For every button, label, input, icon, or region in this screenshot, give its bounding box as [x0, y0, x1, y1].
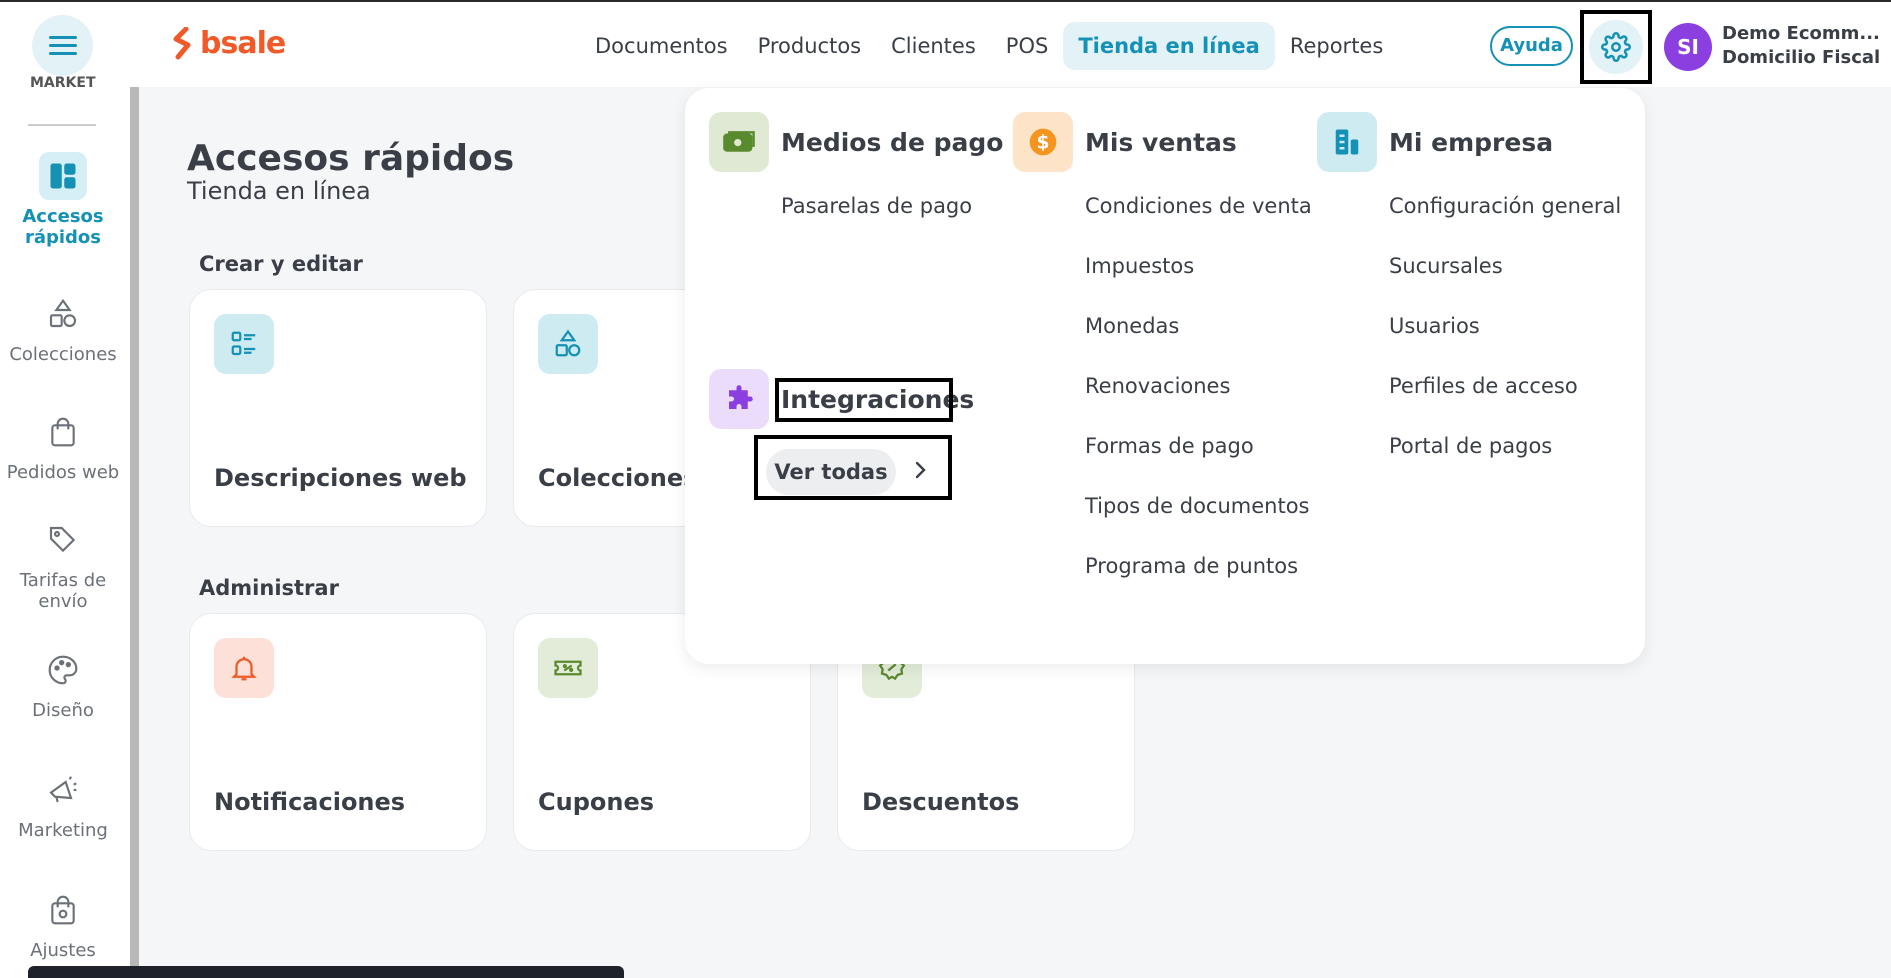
help-button[interactable]: Ayuda [1490, 26, 1573, 66]
sidebar-item-diseno[interactable]: Diseño [0, 646, 126, 721]
bsale-logo[interactable]: bsale [172, 26, 286, 61]
sidebar-item-marketing[interactable]: Marketing [0, 766, 126, 841]
shapes-icon [49, 298, 77, 328]
nav-pos[interactable]: POS [991, 22, 1064, 70]
sidebar-item-accesos-rapidos[interactable]: Accesos rápidos [0, 152, 126, 248]
menu-item-condiciones-de-venta[interactable]: Condiciones de venta [1085, 194, 1312, 218]
sidebar-divider [28, 124, 96, 126]
menu-item-impuestos[interactable]: Impuestos [1085, 254, 1194, 278]
menu-button[interactable] [32, 15, 93, 76]
nav-tienda-en-linea[interactable]: Tienda en línea [1063, 22, 1275, 70]
sidebar-item-label: Ajustes [30, 940, 96, 961]
menu-item-usuarios[interactable]: Usuarios [1389, 314, 1480, 338]
card-label: Descuentos [862, 788, 1020, 816]
shapes-icon [555, 329, 581, 357]
menu-item-sucursales[interactable]: Sucursales [1389, 254, 1503, 278]
sidebar-item-pedidos-web[interactable]: Pedidos web [0, 408, 126, 483]
menu-item-renovaciones[interactable]: Renovaciones [1085, 374, 1230, 398]
menu-item-pasarelas-de-pago[interactable]: Pasarelas de pago [781, 194, 972, 218]
menu-item-formas-de-pago[interactable]: Formas de pago [1085, 434, 1254, 458]
sidebar-item-tarifas-de-envio[interactable]: Tarifas de envío [0, 516, 126, 612]
nav-clientes[interactable]: Clientes [876, 22, 991, 70]
bsale-logo-icon [173, 26, 191, 59]
svg-text:$: $ [1037, 133, 1050, 154]
menu-item-perfiles-de-acceso[interactable]: Perfiles de acceso [1389, 374, 1578, 398]
hamburger-icon [48, 35, 77, 56]
logo-text: bsale [200, 26, 286, 61]
settings-button[interactable] [1580, 10, 1652, 84]
nav-productos[interactable]: Productos [743, 22, 877, 70]
sidebar-item-label: Pedidos web [6, 462, 120, 483]
section-title-create: Crear y editar [199, 252, 363, 276]
gear-icon [1601, 32, 1631, 62]
sidebar-item-label: Colecciones [9, 344, 117, 365]
card-descripciones-web[interactable]: Descripciones web [189, 289, 487, 527]
section-title: Mis ventas [1085, 127, 1237, 157]
section-medios-de-pago: Medios de pago [709, 112, 1003, 172]
dashboard-icon [50, 163, 76, 189]
bell-icon [231, 656, 257, 681]
company-branch: Domicilio Fiscal [1722, 47, 1881, 68]
status-tooltip-bar [28, 966, 624, 978]
card-label: Notificaciones [214, 788, 406, 816]
menu-item-configuracion-general[interactable]: Configuración general [1389, 194, 1621, 218]
tag-icon [49, 526, 76, 553]
coin-icon: $ [1029, 128, 1057, 156]
sidebar-item-ajustes[interactable]: Ajustes [0, 886, 126, 961]
menu-item-programa-de-puntos[interactable]: Programa de puntos [1085, 554, 1298, 578]
sidebar-scrollbar[interactable] [130, 87, 139, 978]
sidebar-item-label: Marketing [18, 820, 108, 841]
palette-icon [48, 655, 78, 685]
sidebar-item-label: Accesos rápidos [22, 206, 104, 248]
top-bar: bsale Documentos Productos Clientes POS … [0, 0, 1891, 87]
card-label: Descripciones web [214, 464, 467, 492]
sidebar-cut-label: MARKET [30, 75, 96, 91]
page-subtitle: Tienda en línea [187, 177, 371, 205]
megaphone-icon [49, 776, 77, 803]
bag-gear-icon [51, 895, 75, 925]
shopping-bag-icon [51, 417, 75, 447]
company-selector[interactable]: Demo Ecomm... Domicilio Fiscal [1722, 22, 1880, 70]
building-icon [1335, 129, 1359, 155]
section-title-admin: Administrar [199, 576, 339, 600]
highlight-box-integraciones [775, 378, 953, 422]
section-title: Medios de pago [781, 127, 1004, 157]
sidebar-item-colecciones[interactable]: Colecciones [0, 290, 126, 365]
company-name: Demo Ecomm... [1722, 23, 1880, 44]
page-title: Accesos rápidos [187, 138, 515, 179]
puzzle-icon [729, 385, 753, 409]
menu-item-tipos-de-documentos[interactable]: Tipos de documentos [1085, 494, 1309, 518]
section-mi-empresa: Mi empresa [1317, 112, 1553, 172]
menu-item-portal-de-pagos[interactable]: Portal de pagos [1389, 434, 1552, 458]
card-notificaciones[interactable]: Notificaciones [189, 613, 487, 851]
main-nav: Documentos Productos Clientes POS Tienda… [580, 22, 1398, 70]
chevron-right-icon[interactable] [908, 458, 932, 482]
nav-documentos[interactable]: Documentos [580, 22, 743, 70]
sidebar-item-label: Tarifas de envío [19, 570, 107, 612]
card-label: Colecciones [538, 464, 698, 492]
list-icon [231, 331, 256, 356]
menu-item-monedas[interactable]: Monedas [1085, 314, 1179, 338]
section-mis-ventas: $ Mis ventas [1013, 112, 1237, 172]
money-icon [723, 131, 755, 152]
card-label: Cupones [538, 788, 655, 816]
sidebar-item-label: Diseño [32, 700, 94, 721]
nav-reportes[interactable]: Reportes [1275, 22, 1398, 70]
section-title: Mi empresa [1389, 127, 1554, 157]
ver-todas-button[interactable]: Ver todas [766, 449, 896, 495]
coupon-icon [554, 660, 582, 676]
avatar[interactable]: SI [1664, 23, 1712, 71]
